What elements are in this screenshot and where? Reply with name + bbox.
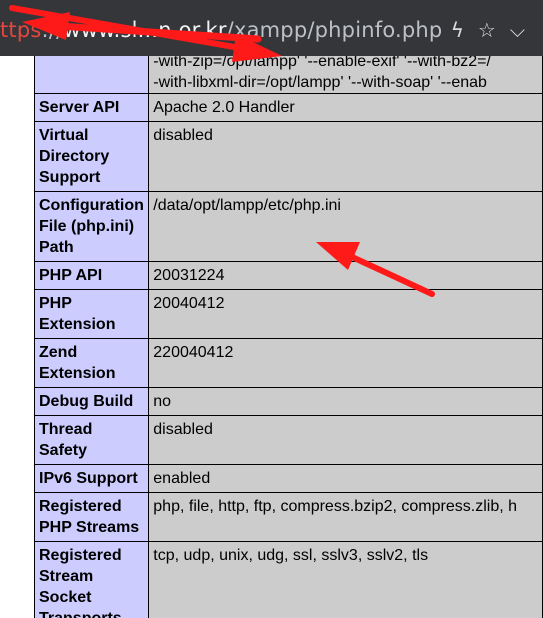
table-value-cell: no (148, 387, 543, 416)
url-separator: :// (41, 18, 64, 42)
url-text[interactable]: ttps://www.sl...n.or.kr/xampp/phpinfo.ph… (0, 15, 454, 45)
table-row: PHP Extension 20040412 (33, 289, 543, 339)
table-key-cell: Virtual Directory Support (33, 121, 150, 192)
table-row: IPv6 Support enabled (33, 464, 543, 493)
table-value-cell: /data/opt/lampp/etc/php.ini (148, 191, 543, 262)
star-icon[interactable]: ☆ (478, 20, 496, 40)
table-row: Zend Extension 220040412 (33, 338, 543, 388)
url-host: www.sl...n.or.kr (63, 18, 227, 42)
table-value-cell: enabled (148, 464, 543, 493)
page: ttps://www.sl...n.or.kr/xampp/phpinfo.ph… (0, 0, 543, 618)
config-line: -with-libxml-dir=/opt/lampp' '--with-soa… (153, 74, 487, 91)
table-value-cell: php, file, http, ftp, compress.bzip2, co… (148, 492, 543, 542)
table-key-cell: Registered Stream Socket Transports (33, 541, 150, 618)
table-key-cell: Registered PHP Streams (33, 492, 150, 542)
chevron-down-icon[interactable]: ⌵ (510, 20, 525, 40)
phpinfo-table: -with-zip=/opt/lampp' '--enable-exif' '-… (33, 48, 543, 618)
table-row: Configuration File (php.ini) Path /data/… (33, 191, 543, 262)
table-value-cell: 220040412 (148, 338, 543, 388)
table-value-cell: 20040412 (148, 289, 543, 339)
url-path: /xampp/phpinfo.php? (226, 18, 454, 42)
table-key-cell: Thread Safety (33, 415, 150, 465)
table-row: Thread Safety disabled (33, 415, 543, 465)
table-row: Server API Apache 2.0 Handler (33, 93, 543, 122)
table-key-cell: Server API (33, 93, 150, 122)
address-bar-icons: ϟ ☆ ⌵ (442, 14, 543, 46)
browser-address-bar[interactable]: ttps://www.sl...n.or.kr/xampp/phpinfo.ph… (0, 0, 543, 56)
table-value-cell: Apache 2.0 Handler (148, 93, 543, 122)
table-key-cell: Zend Extension (33, 338, 150, 388)
table-key-cell: Debug Build (33, 387, 150, 416)
table-key-cell: PHP Extension (33, 289, 150, 339)
table-value-cell: disabled (148, 121, 543, 192)
table-value-cell: tcp, udp, unix, udg, ssl, sslv3, sslv2, … (148, 541, 543, 618)
table-key-cell: IPv6 Support (33, 464, 150, 493)
table-key-cell: PHP API (33, 261, 150, 290)
table-row: Registered Stream Socket Transports tcp,… (33, 541, 543, 618)
table-row: PHP API 20031224 (33, 261, 543, 290)
table-value-cell: disabled (148, 415, 543, 465)
table-value-cell: 20031224 (148, 261, 543, 290)
url-scheme: ttps (0, 18, 42, 42)
lightning-icon[interactable]: ϟ (451, 20, 464, 40)
table-key-cell: Configuration File (php.ini) Path (33, 191, 150, 262)
table-row: Debug Build no (33, 387, 543, 416)
table-row: Virtual Directory Support disabled (33, 121, 543, 192)
table-row: Registered PHP Streams php, file, http, … (33, 492, 543, 542)
